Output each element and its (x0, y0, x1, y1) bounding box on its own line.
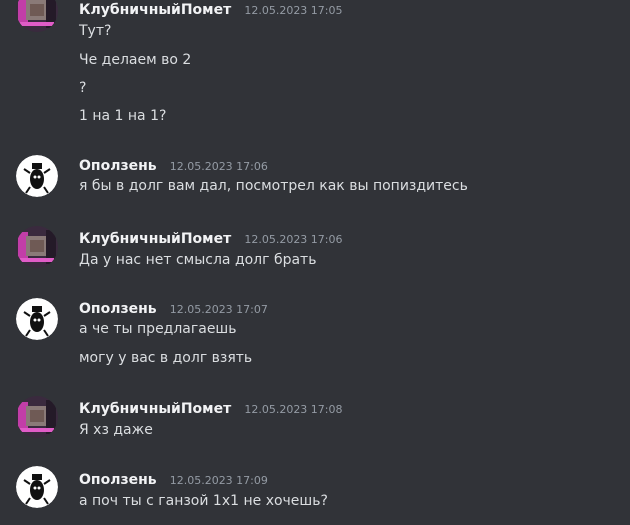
chat-message-list: КлубничныйПомет 12.05.2023 17:05 Тут? Че… (0, 0, 630, 525)
avatar[interactable] (16, 396, 58, 438)
avatar[interactable] (16, 298, 58, 340)
username[interactable]: КлубничныйПомет (79, 401, 231, 417)
username[interactable]: КлубничныйПомет (79, 231, 231, 247)
message-text: а поч ты с ганзой 1х1 не хочешь? (79, 493, 328, 509)
message-text: а че ты предлагаешь (79, 321, 237, 337)
timestamp: 12.05.2023 17:06 (169, 160, 268, 173)
username[interactable]: Оползень (79, 472, 157, 488)
timestamp: 12.05.2023 17:08 (244, 403, 343, 416)
message-text: Че делаем во 2 (79, 52, 192, 68)
timestamp: 12.05.2023 17:06 (244, 233, 343, 246)
message-text: 1 на 1 на 1? (79, 108, 167, 124)
timestamp: 12.05.2023 17:05 (244, 4, 343, 17)
timestamp: 12.05.2023 17:09 (169, 474, 268, 487)
username[interactable]: Оползень (79, 158, 157, 174)
avatar[interactable] (16, 466, 58, 508)
username[interactable]: Оползень (79, 301, 157, 317)
timestamp: 12.05.2023 17:07 (169, 303, 268, 316)
username[interactable]: КлубничныйПомет (79, 2, 231, 18)
avatar[interactable] (16, 155, 58, 197)
message-text: Я хз даже (79, 422, 153, 438)
message-text: Тут? (79, 23, 112, 39)
message-text: могу у вас в долг взять (79, 350, 253, 366)
message-text: я бы в долг вам дал, посмотрел как вы по… (79, 178, 468, 194)
message-text: Да у нас нет смысла долг брать (79, 252, 317, 268)
avatar[interactable] (16, 0, 58, 32)
message-text: ? (79, 80, 87, 96)
avatar[interactable] (16, 226, 58, 268)
